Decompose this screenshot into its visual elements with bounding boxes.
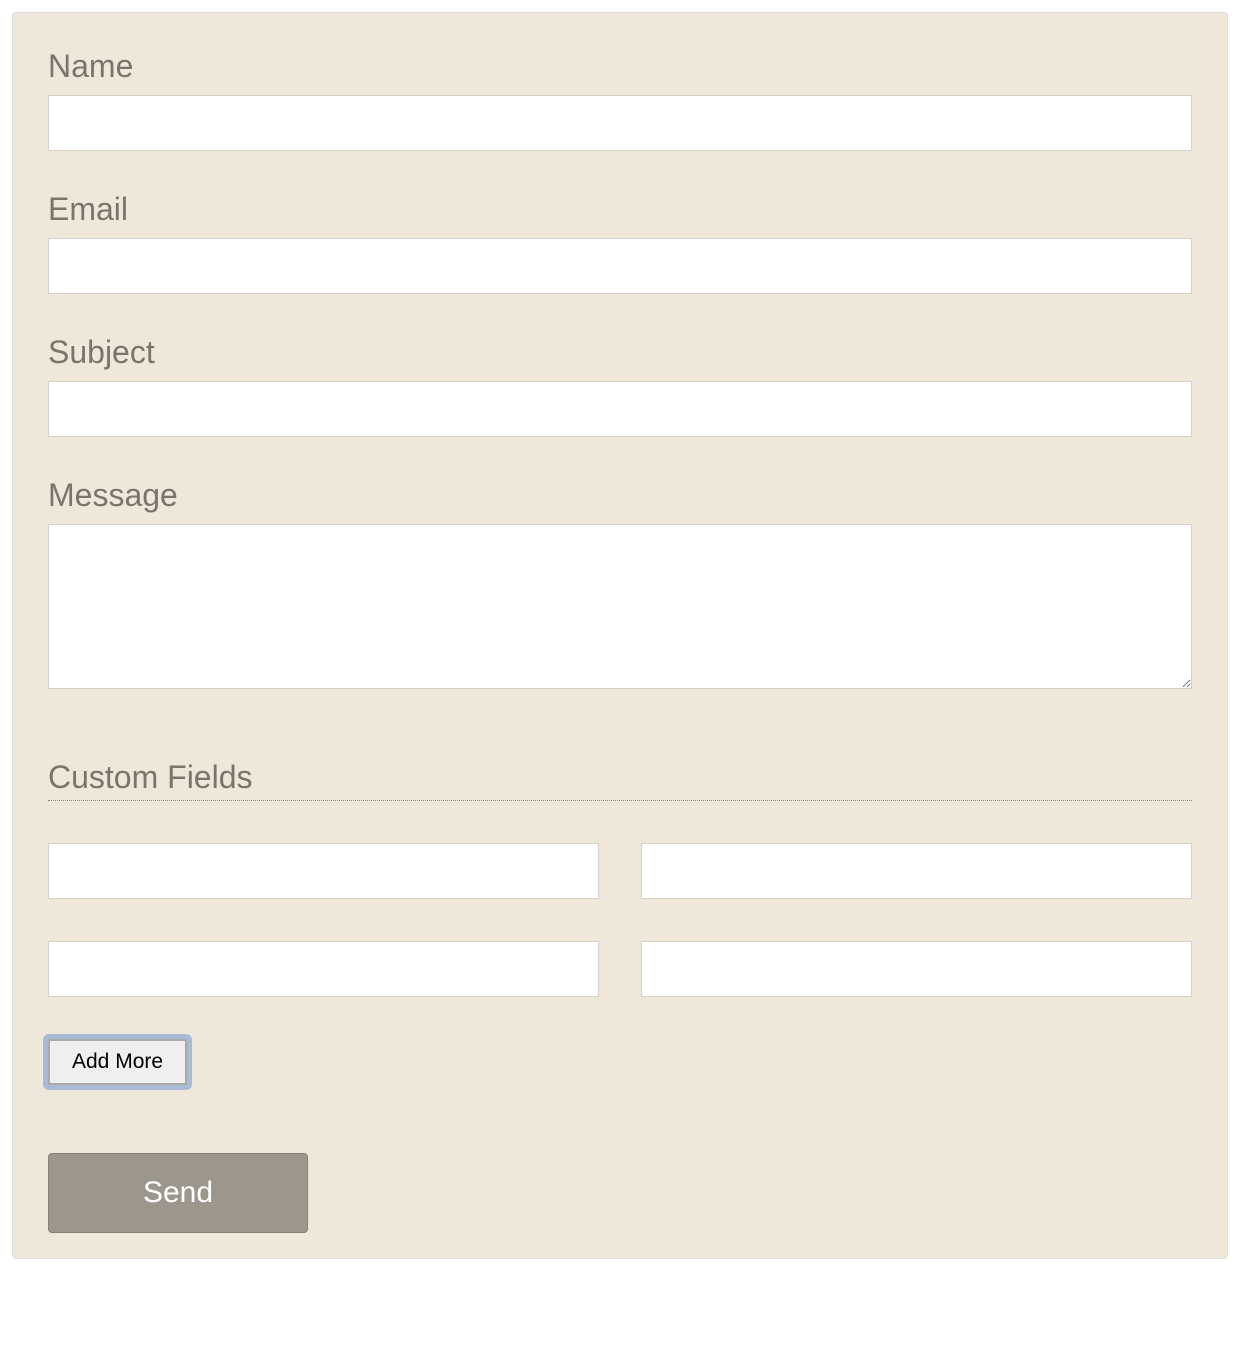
custom-field-input[interactable] xyxy=(641,941,1192,997)
email-field-group: Email xyxy=(48,191,1192,294)
message-label: Message xyxy=(48,477,1192,514)
custom-field-input[interactable] xyxy=(48,843,599,899)
message-textarea[interactable] xyxy=(48,524,1192,689)
message-field-group: Message xyxy=(48,477,1192,694)
custom-fields-title: Custom Fields xyxy=(48,759,1192,801)
custom-fields-section: Custom Fields Add More xyxy=(48,759,1192,1085)
name-field-group: Name xyxy=(48,48,1192,151)
add-more-wrapper: Add More xyxy=(48,1039,1192,1085)
contact-form-container: Name Email Subject Message Custom Fields… xyxy=(12,12,1228,1259)
email-input[interactable] xyxy=(48,238,1192,294)
subject-input[interactable] xyxy=(48,381,1192,437)
subject-label: Subject xyxy=(48,334,1192,371)
name-label: Name xyxy=(48,48,1192,85)
custom-field-row xyxy=(48,941,1192,997)
custom-field-input[interactable] xyxy=(48,941,599,997)
name-input[interactable] xyxy=(48,95,1192,151)
send-button[interactable]: Send xyxy=(48,1153,308,1233)
custom-field-row xyxy=(48,843,1192,899)
subject-field-group: Subject xyxy=(48,334,1192,437)
add-more-button[interactable]: Add More xyxy=(48,1039,187,1085)
custom-field-input[interactable] xyxy=(641,843,1192,899)
email-label: Email xyxy=(48,191,1192,228)
